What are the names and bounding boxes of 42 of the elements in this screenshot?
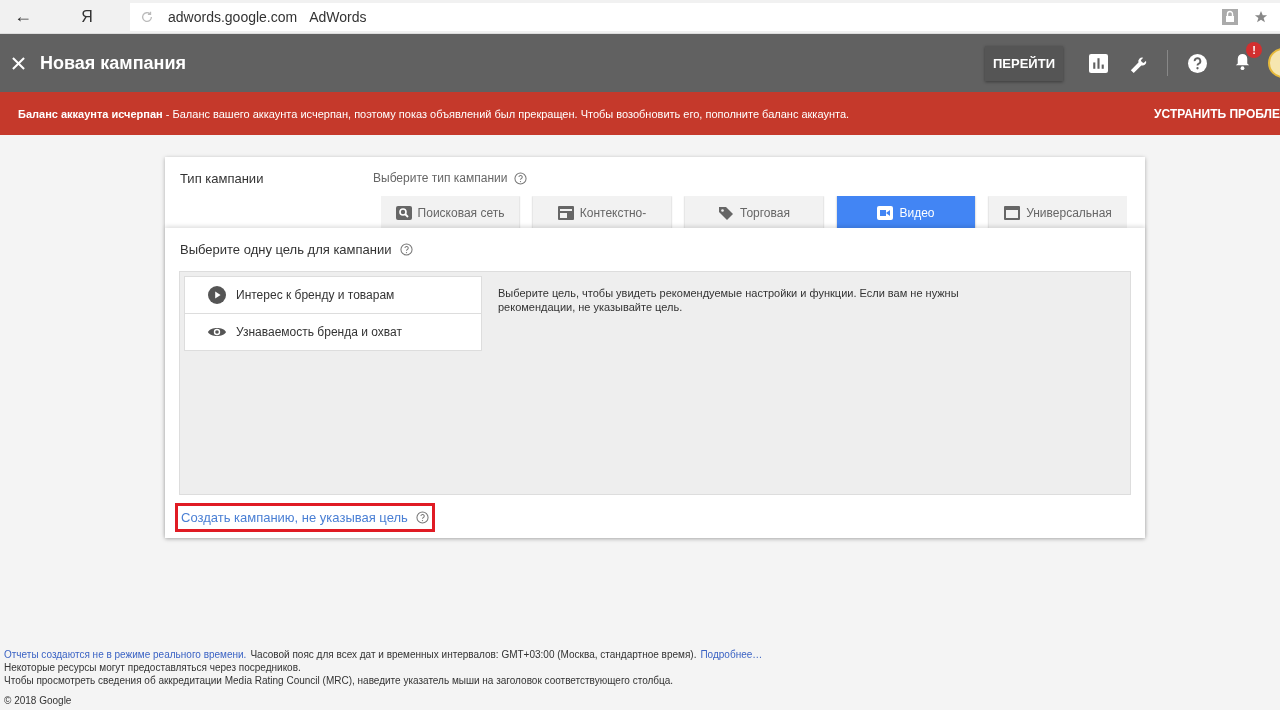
page-heading: Новая кампания xyxy=(40,52,186,74)
help-icon[interactable] xyxy=(514,171,528,185)
footer-text: Некоторые ресурсы могут предоставляться через посредников. xyxy=(4,661,302,674)
bar-chart-icon[interactable] xyxy=(1089,53,1108,73)
play-icon xyxy=(207,286,227,304)
notification-badge: ! xyxy=(1246,41,1262,58)
back-button[interactable]: ← xyxy=(10,6,36,27)
campaign-type-tab[interactable]: Поисковая сеть xyxy=(381,196,519,228)
realtime-link[interactable]: Отчеты создаются не в режиме реального времени. xyxy=(4,648,247,661)
page-title: AdWords xyxy=(309,8,367,25)
timezone-text: Часовой пояс для всех дат и временных интервалов: GMT+03:00 (Москва, стандартное время). xyxy=(250,648,697,661)
campaign-type-tab[interactable]: Контекстно- xyxy=(533,196,671,228)
campaign-type-icon xyxy=(395,206,412,220)
footer-text: Чтобы просмотреть сведения об аккредитации Media Rating Council (MRC), наведите указатель мыши на заголовок соответствующего столбца. xyxy=(4,674,675,687)
goal-option[interactable]: Узнаваемость бренда и охват xyxy=(185,313,481,350)
alert-message: Баланс аккаунта исчерпан - Баланс вашего аккаунта исчерпан, поэтому показ объявлений был прекращен. Чтобы возобновить его, пополните баланс аккаунта. xyxy=(18,107,850,120)
help-icon[interactable] xyxy=(415,511,429,524)
no-goal-link[interactable]: Создать кампанию, не указывая цель xyxy=(181,510,408,525)
star-icon[interactable] xyxy=(1254,9,1268,24)
section-label: Тип кампании xyxy=(180,171,265,188)
close-icon[interactable] xyxy=(12,56,25,70)
campaign-type-icon xyxy=(1004,206,1021,220)
url-text: adwords.google.com xyxy=(168,8,298,25)
campaign-type-icon xyxy=(718,206,734,220)
browser-logo[interactable]: Я xyxy=(74,7,100,26)
help-icon[interactable] xyxy=(1188,53,1207,73)
goal-option[interactable]: Интерес к бренду и товарам xyxy=(185,277,481,313)
go-button[interactable]: ПЕРЕЙТИ xyxy=(985,45,1063,81)
campaign-type-tab[interactable]: Торговая xyxy=(685,196,823,228)
help-icon[interactable] xyxy=(399,243,413,256)
hint-text: Выберите тип кампании xyxy=(373,171,508,185)
copyright-text: © 2018 Google xyxy=(4,694,73,707)
campaign-type-tab[interactable]: Видео xyxy=(837,196,975,228)
fix-problem-link[interactable]: УСТРАНИТЬ ПРОБЛЕ xyxy=(1154,106,1280,121)
campaign-type-icon xyxy=(877,206,894,220)
campaign-type-tab[interactable]: Универсальная xyxy=(989,196,1127,228)
address-bar[interactable]: adwords.google.com AdWords xyxy=(130,2,1280,31)
goal-heading: Выберите одну цель для кампании xyxy=(180,242,392,257)
campaign-type-icon xyxy=(557,206,574,220)
lock-icon xyxy=(1222,8,1238,25)
more-link[interactable]: Подробнее… xyxy=(700,648,763,661)
goal-description: Выберите цель, чтобы увидеть рекомендуемые настройки и функции. Если вам не нужны рекомендации, не указывайте цель. xyxy=(498,286,960,315)
